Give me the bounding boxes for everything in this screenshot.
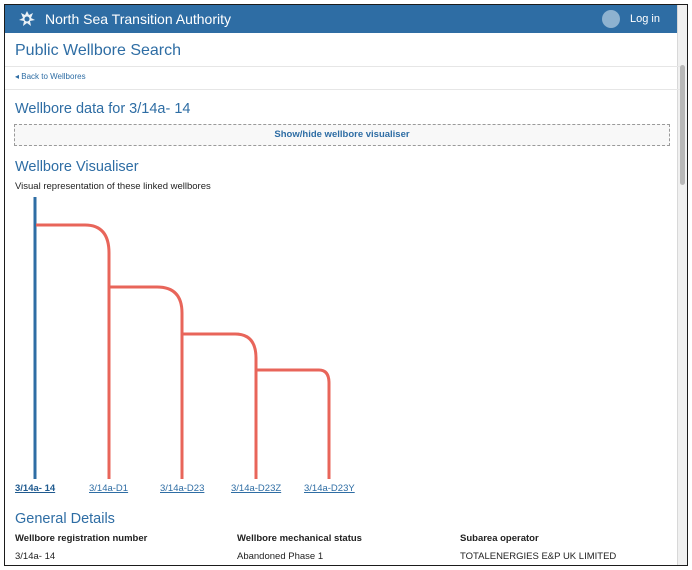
detail-subarea-operator: Subarea operator TOTALENERGIES E&P UK LI… [460,533,680,562]
wellbore-link-3-14a-d23z[interactable]: 3/14a-D23Z [231,483,281,494]
show-hide-visualiser-button[interactable]: Show/hide wellbore visualiser [14,124,670,146]
wellbore-link-3-14a-d23[interactable]: 3/14a-D23 [160,483,204,494]
branch-line-3-14a-d23z [182,332,258,479]
wellbore-diagram [33,197,331,479]
back-to-wellbores-link[interactable]: ◂ Back to Wellbores [15,72,86,81]
general-details-heading: General Details [15,511,115,527]
detail-label: Wellbore registration number [15,533,148,544]
user-avatar-icon [602,10,621,28]
divider [5,89,680,90]
wellbore-data-heading: Wellbore data for 3/14a- 14 [15,101,191,117]
royal-crest-icon [19,11,35,26]
wellbore-link-3-14a-d1[interactable]: 3/14a-D1 [89,483,128,494]
visualiser-caption: Visual representation of these linked we… [15,181,211,192]
detail-value: Abandoned Phase 1 [237,551,324,562]
page-title: Public Wellbore Search [15,42,182,59]
branch-line-3-14a-d1 [36,223,111,479]
detail-registration-number: Wellbore registration number 3/14a- 14 [15,533,235,562]
top-navigation-bar: North Sea Transition Authority Log in [5,5,680,33]
detail-label: Wellbore mechanical status [237,533,362,544]
browser-frame: North Sea Transition Authority Log in Pu… [4,4,688,566]
branch-line-3-14a-d23y [256,368,331,479]
login-link[interactable]: Log in [630,13,660,25]
wellbore-link-3-14a-d23y[interactable]: 3/14a-D23Y [304,483,355,494]
detail-value: 3/14a- 14 [15,551,56,562]
detail-value: TOTALENERGIES E&P UK LIMITED [460,551,617,562]
wellbore-visualiser-heading: Wellbore Visualiser [15,159,139,175]
site-title: North Sea Transition Authority [45,11,231,27]
wellbore-link-3-14a-14[interactable]: 3/14a- 14 [15,483,55,494]
scrollbar-thumb[interactable] [680,65,685,185]
branch-line-3-14a-d23 [109,285,184,479]
divider [5,66,680,67]
detail-mechanical-status: Wellbore mechanical status Abandoned Pha… [237,533,457,562]
detail-label: Subarea operator [460,533,539,544]
wellbore-visualiser: 3/14a- 14 3/14a-D1 3/14a-D23 3/14a-D23Z … [5,193,680,497]
user-area: Log in [602,10,660,28]
brand[interactable]: North Sea Transition Authority [15,9,231,29]
